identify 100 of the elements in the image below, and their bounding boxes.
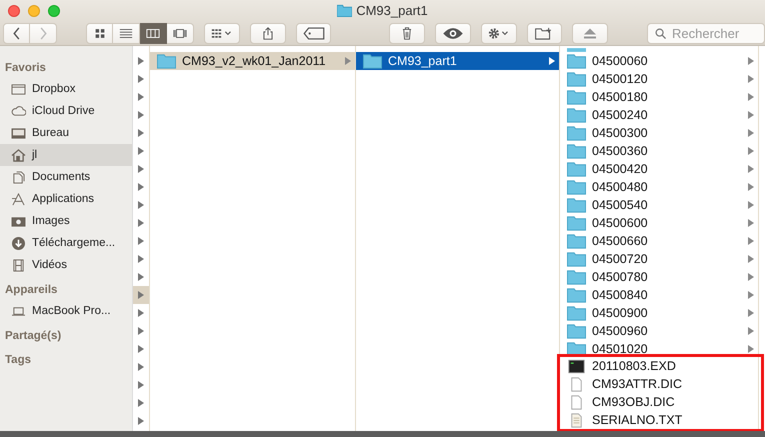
tag-icon [302,26,325,40]
list-view-button[interactable] [113,22,140,44]
disclosure-arrow-icon [748,147,754,155]
folder-icon [363,54,382,68]
search-field[interactable]: Rechercher [647,22,765,44]
folder-icon [567,144,586,158]
file-row[interactable]: 04500960 [560,322,758,340]
disclosure-arrow-icon[interactable] [138,273,144,281]
sidebar-item-label: Téléchargeme... [32,237,116,249]
file-row[interactable]: 04500840 [560,286,758,304]
disclosure-arrow-icon[interactable] [138,201,144,209]
file-name: 04500720 [592,252,649,266]
disclosure-arrow-icon [748,75,754,83]
sidebar-item[interactable]: Dropbox [0,78,132,100]
dropbox-icon [11,82,26,96]
file-row[interactable]: 04500780 [560,268,758,286]
columns-view-button[interactable] [140,22,167,44]
close-button[interactable] [8,5,20,17]
file-row[interactable]: 04500300 [560,124,758,142]
eject-icon [583,26,598,40]
share-button[interactable] [250,22,286,44]
folder-icon [567,90,586,104]
folder-icon [567,108,586,122]
file-row[interactable]: SERIALNO.TXT [560,411,761,429]
disclosure-arrow-icon [748,345,754,353]
file-row[interactable]: 04500180 [560,88,758,106]
eject-button[interactable] [572,22,608,44]
disclosure-arrow-icon[interactable] [138,75,144,83]
terminal-icon [567,358,586,374]
tag-button[interactable] [296,22,332,44]
trash-button[interactable] [389,22,425,44]
file-row[interactable]: 04500480 [560,178,758,196]
disclosure-arrow-icon[interactable] [138,399,144,407]
quick-look-button[interactable] [434,22,471,44]
file-name: 04500600 [592,216,649,230]
folder-icon [157,54,176,68]
disclosure-arrow-icon[interactable] [138,219,144,227]
file-name: 04500060 [592,54,649,68]
file-row[interactable]: 04500240 [560,106,758,124]
sidebar-item[interactable]: Documents [0,166,132,188]
list-view-icon [119,26,133,40]
gear-dropdown-icon [488,26,510,40]
file-row[interactable]: 04500660 [560,232,758,250]
file-row[interactable]: CM93ATTR.DIC [560,375,761,393]
file-row[interactable]: 20110803.EXD [560,357,761,375]
sidebar-heading: Favoris [4,61,47,76]
sidebar-item[interactable]: Images [0,210,132,232]
file-row[interactable]: 04500540 [560,196,758,214]
file-row[interactable]: 04500600 [560,214,758,232]
sidebar-item[interactable]: MacBook Pro... [0,300,132,322]
disclosure-arrow-icon[interactable] [138,291,144,299]
new-folder-button[interactable] [526,22,562,44]
disclosure-arrow-icon[interactable] [138,57,144,65]
disclosure-arrow-icon[interactable] [138,309,144,317]
disclosure-arrow-icon[interactable] [138,183,144,191]
file-row[interactable]: CM93OBJ.DIC [560,393,761,411]
camera-icon [11,214,26,228]
file-row[interactable]: 04500060 [560,52,758,70]
folder-icon [567,252,586,266]
disclosure-arrow-icon[interactable] [138,327,144,335]
disclosure-arrow-icon[interactable] [138,93,144,101]
file-row[interactable]: 04500420 [560,160,758,178]
file-row[interactable]: CM93_v2_wk01_Jan2011 [150,52,355,70]
sidebar-item-label: iCloud Drive [32,105,95,117]
disclosure-arrow-icon[interactable] [138,345,144,353]
disclosure-arrow-icon[interactable] [138,363,144,371]
arrange-menu-button[interactable] [204,22,240,44]
file-row[interactable]: 04500720 [560,250,758,268]
sidebar-item[interactable]: Téléchargeme... [0,232,132,254]
icons-view-button[interactable] [86,22,113,44]
disclosure-arrow-icon[interactable] [138,147,144,155]
back-button[interactable] [3,22,30,44]
disclosure-arrow-icon[interactable] [138,417,144,425]
coverflow-view-button[interactable] [167,22,194,44]
sidebar-item[interactable]: Applications [0,188,132,210]
disclosure-arrow-icon[interactable] [138,237,144,245]
disclosure-arrow-icon [748,165,754,173]
disclosure-arrow-icon [748,255,754,263]
disclosure-arrow-icon[interactable] [138,111,144,119]
columns-view-icon [146,26,160,40]
disclosure-arrow-icon[interactable] [138,381,144,389]
sidebar-item[interactable]: iCloud Drive [0,100,132,122]
file-row[interactable]: 04500360 [560,142,758,160]
file-row[interactable]: 04500900 [560,304,758,322]
sidebar-item[interactable]: Bureau [0,122,132,144]
sidebar-item[interactable]: jl [0,144,132,166]
settings-menu-button[interactable] [480,22,517,44]
file-row[interactable]: 04500120 [560,70,758,88]
disclosure-arrow-icon[interactable] [138,129,144,137]
disclosure-arrow-icon[interactable] [138,255,144,263]
grid-dropdown-icon [210,26,233,40]
file-row[interactable]: CM93_part1 [356,52,559,70]
file-row[interactable]: 04501020 [560,340,758,358]
folder-icon [567,54,586,68]
sidebar-item-label: MacBook Pro... [32,305,111,317]
disclosure-arrow-icon[interactable] [138,165,144,173]
file-name: CM93_part1 [388,54,458,68]
folder-icon [337,4,352,17]
sidebar-item[interactable]: Vidéos [0,254,132,276]
zoom-button[interactable] [48,5,60,17]
